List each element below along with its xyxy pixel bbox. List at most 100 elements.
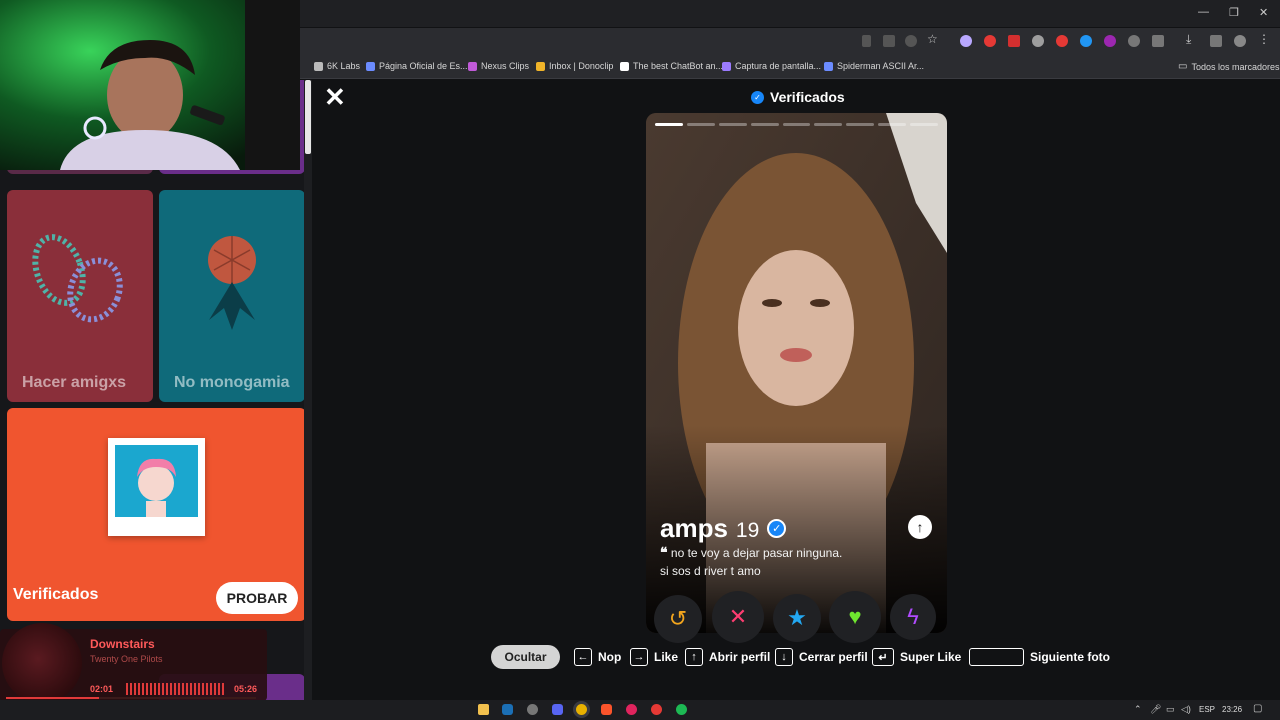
hint-next-photo: Siguiente foto [969,648,1110,666]
boost-button[interactable]: ϟ [890,594,936,640]
photo-indicator-bar[interactable] [686,123,715,126]
profile-avatar[interactable] [1234,35,1246,47]
spotify-icon[interactable] [676,704,687,715]
steam-icon[interactable] [502,704,513,715]
extension-icon[interactable] [1056,35,1068,47]
photo-indicator-bar[interactable] [750,123,779,126]
bookmark-item[interactable]: Captura de pantalla... [722,61,821,71]
nope-button[interactable]: ✕ [712,591,764,643]
photo-indicator-bar[interactable] [718,123,747,126]
star-icon[interactable]: ☆ [927,32,939,46]
bracelet-icon [32,234,123,323]
bookmark-item[interactable]: Spiderman ASCII Ar... [824,61,924,71]
media-icon[interactable] [1210,35,1222,47]
bookmark-item[interactable]: The best ChatBot an... [620,61,723,71]
app-icon[interactable] [651,704,662,715]
pineapple-icon [208,236,256,330]
brave-icon[interactable] [601,704,612,715]
extension-icon[interactable] [984,35,996,47]
superlike-button[interactable]: ★ [773,594,821,642]
window-close-icon[interactable]: ✕ [1259,6,1268,19]
hint-label: Super Like [900,650,962,664]
hide-hints-button[interactable]: Ocultar [491,645,560,669]
waveform [126,683,226,695]
taskbar: ⌃ 🎤︎ ▭ ◁) ESP 23:26 ▢ [0,700,1280,720]
open-profile-arrow-icon[interactable]: ↑ [908,515,932,539]
cast-icon[interactable] [883,35,895,47]
all-bookmarks[interactable]: ▭ Todos los marcadores [1178,61,1280,72]
space-key-icon [969,648,1024,666]
arrow-down-key-icon: ↓ [775,648,793,666]
photo-indicator-bar[interactable] [910,123,938,126]
non-monogamy-tile[interactable]: No monogamia [159,190,305,402]
bookmark-item[interactable]: Página Oficial de Es... [366,61,468,71]
photo-indicator-bar[interactable] [846,123,875,126]
extension-icon[interactable] [1080,35,1092,47]
language-indicator[interactable]: ESP [1199,705,1215,714]
menu-icon[interactable]: ⋮ [1258,32,1270,46]
tile-label: No monogamia [174,374,290,391]
tray-chevron-icon[interactable]: ⌃ [1134,704,1142,715]
network-icon[interactable]: ▭ [1166,704,1175,715]
arrow-up-key-icon: ↑ [685,648,703,666]
quote-icon: ❝ [660,544,668,560]
extension-icon[interactable] [1032,35,1044,47]
hint-label: Nop [598,650,622,664]
photo-indicator-bar[interactable] [655,123,683,126]
puzzle-icon[interactable] [1152,35,1164,47]
location-icon[interactable] [862,35,871,47]
folder-icon: ▭ [1178,61,1188,72]
download-icon[interactable]: ⤓ [1186,32,1198,46]
discord-icon[interactable] [552,704,563,715]
bookmark-item[interactable]: Nexus Clips [468,61,529,71]
rewind-icon: ↺ [668,606,688,631]
info-icon[interactable] [1128,35,1140,47]
tile-label: Verificados [13,586,99,603]
rewind-button[interactable]: ↺ [654,595,702,643]
like-button[interactable]: ♥ [829,591,881,643]
sidebar: Hacer amigxs No monogamia Verificados PR… [0,80,312,700]
close-icon[interactable]: ✕ [324,84,346,110]
restore-icon[interactable]: ❐ [1229,6,1239,19]
address-bar[interactable]: ☆ ⤓ ⋮ [300,28,1280,55]
enter-key-icon: ↵ [872,648,894,666]
profile-name: amps [660,513,728,543]
chrome-icon[interactable] [576,704,587,715]
photo-indicator-bar[interactable] [782,123,811,126]
album-art [2,623,82,700]
hint-label: Abrir perfil [709,650,771,664]
extension-icon[interactable] [1104,35,1116,47]
zoom-icon[interactable] [905,35,917,47]
extension-icon[interactable] [960,35,972,47]
bookmark-item[interactable]: Inbox | Donoclip [536,61,613,71]
app-icon[interactable] [527,704,538,715]
streamer-video [0,0,300,170]
photo-indicator-bar[interactable] [814,123,843,126]
bookmarks-bar: 6K Labs Página Oficial de Es... Nexus Cl… [300,55,1280,79]
try-button[interactable]: PROBAR [216,582,298,614]
media-player-icon[interactable] [626,704,637,715]
volume-icon[interactable]: ◁) [1181,704,1191,715]
webcam-overlay [0,0,300,170]
song-title: Downstairs [90,637,155,651]
microphone-icon[interactable]: 🎤︎ [1150,704,1161,715]
sidebar-scrollbar[interactable] [304,80,312,700]
friends-tile[interactable]: Hacer amigxs [7,190,153,402]
profile-card[interactable]: amps 19 ✓ ↑ ❝ no te voy a dejar pasar ni… [646,113,947,633]
photo-indicator-bar[interactable] [878,123,907,126]
arrow-left-key-icon: ← [574,648,592,666]
clock[interactable]: 23:26 [1222,705,1242,714]
verified-tile[interactable]: Verificados PROBAR [7,408,306,621]
adblock-icon[interactable] [1008,35,1020,47]
music-progress[interactable] [6,697,256,699]
file-explorer-icon[interactable] [478,704,489,715]
like-icon: ♥ [848,604,862,629]
page-title: Verificados [770,89,845,105]
polaroid-image [108,438,205,536]
profile-name-row: amps 19 ✓ [660,513,787,544]
notification-icon[interactable]: ▢ [1253,703,1262,714]
bookmark-item[interactable]: 6K Labs [314,61,360,71]
minimize-icon[interactable]: — [1198,6,1209,18]
verified-badge-icon: ✓ [751,90,764,104]
face-icon [137,458,176,517]
